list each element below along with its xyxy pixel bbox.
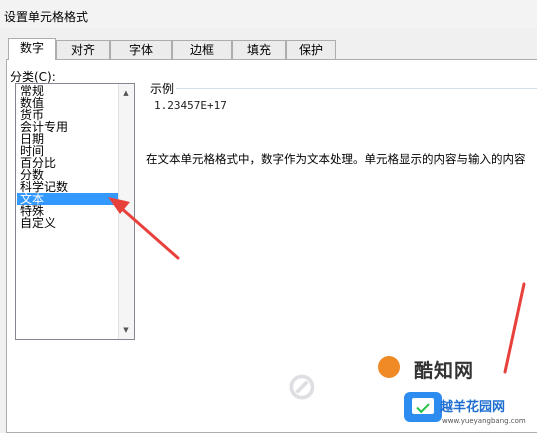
title-bar: 设置单元格格式 — [0, 0, 537, 28]
dialog-title: 设置单元格格式 — [4, 10, 89, 24]
format-description: 在文本单元格格式中，数字作为文本处理。单元格显示的内容与输入的内容 — [146, 152, 526, 166]
tab-number[interactable]: 数字 — [8, 38, 56, 60]
watermark-url: www.yueyangbang.com — [442, 417, 526, 425]
category-item-custom[interactable]: 自定义 — [17, 217, 118, 229]
watermark-faint-logo-icon: ⊘ — [286, 364, 318, 408]
watermark-site: 越羊花园网 — [440, 400, 506, 415]
tab-alignment[interactable]: 对齐 — [56, 40, 110, 59]
scroll-down-arrow-icon[interactable]: ▼ — [121, 325, 131, 335]
tab-protection[interactable]: 保护 — [286, 40, 336, 59]
sample-value: 1.23457E+17 — [154, 99, 227, 112]
watermark-logo-icon — [378, 356, 400, 378]
site-watermark: ⊘ 酷知网 越羊花园网 www.yueyangbang.com — [286, 352, 537, 429]
category-scrollbar[interactable]: ▲ ▼ — [118, 84, 134, 339]
scroll-up-arrow-icon[interactable]: ▲ — [121, 88, 131, 98]
watermark-envelope-icon — [404, 392, 442, 422]
tab-font[interactable]: 字体 — [110, 40, 172, 59]
tab-fill[interactable]: 填充 — [232, 40, 286, 59]
sample-label: 示例 — [150, 82, 175, 96]
category-list[interactable]: 常规 数值 货币 会计专用 日期 时间 百分比 分数 科学记数 文本 特殊 自定… — [15, 83, 135, 340]
sample-group: 示例 1.23457E+17 — [142, 80, 537, 144]
tab-border[interactable]: 边框 — [172, 40, 232, 59]
sample-divider — [176, 88, 537, 89]
watermark-brand: 酷知网 — [414, 360, 475, 382]
